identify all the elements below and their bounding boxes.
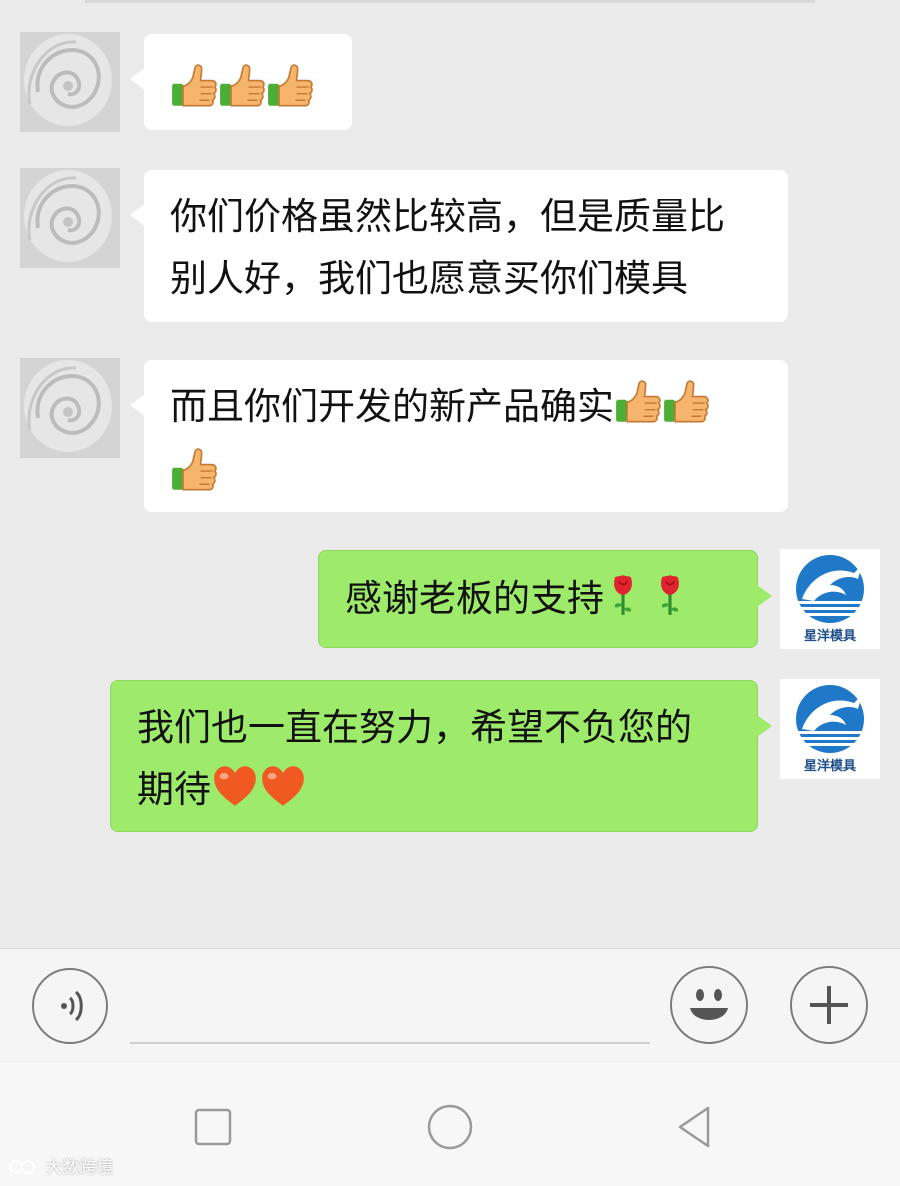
message-text-input[interactable] bbox=[130, 1042, 650, 1044]
plus-icon bbox=[810, 986, 848, 1024]
thumbs-up-emoji bbox=[171, 63, 217, 128]
logo-text: 星洋模具 bbox=[803, 629, 856, 644]
recent-apps-button[interactable] bbox=[194, 1108, 232, 1150]
outgoing-message-bubble[interactable]: 感谢老板的支持 bbox=[318, 550, 772, 648]
thumbs-up-emoji bbox=[267, 63, 313, 128]
heart-emoji bbox=[260, 764, 306, 827]
message-text: 期待 bbox=[137, 768, 211, 811]
rose-emoji bbox=[652, 573, 688, 636]
recent-apps-icon bbox=[194, 1108, 232, 1146]
back-icon bbox=[678, 1106, 710, 1148]
back-button[interactable] bbox=[674, 1104, 714, 1154]
top-divider bbox=[85, 0, 815, 3]
thumbs-up-emoji bbox=[615, 379, 661, 444]
outgoing-message-bubble[interactable]: 我们也一直在努力，希望不负您的 期待 bbox=[110, 680, 772, 832]
contact-avatar[interactable] bbox=[20, 32, 120, 132]
incoming-message-bubble[interactable] bbox=[130, 34, 352, 130]
message-text-line: 别人好，我们也愿意买你们模具 bbox=[170, 257, 688, 300]
watermark: 大数跨境 bbox=[8, 1153, 113, 1178]
heart-emoji bbox=[212, 764, 258, 827]
incoming-message-bubble[interactable]: 而且你们开发的新产品确实 bbox=[130, 360, 788, 512]
logo-text: 星洋模具 bbox=[803, 759, 856, 774]
voice-icon bbox=[61, 990, 83, 1022]
rose-emoji bbox=[605, 573, 641, 636]
chat-input-bar bbox=[0, 948, 900, 1061]
message-text-line: 我们也一直在努力，希望不负您的 bbox=[137, 706, 692, 749]
my-avatar[interactable]: 星洋模具 bbox=[780, 679, 880, 779]
contact-avatar[interactable] bbox=[20, 358, 120, 458]
my-avatar[interactable]: 星洋模具 bbox=[780, 549, 880, 649]
thumbs-up-emoji bbox=[219, 63, 265, 128]
thumbs-up-emoji bbox=[663, 379, 709, 444]
emoji-button[interactable] bbox=[670, 966, 748, 1044]
home-icon bbox=[427, 1104, 473, 1150]
incoming-message-bubble[interactable]: 你们价格虽然比较高，但是质量比 别人好，我们也愿意买你们模具 bbox=[130, 170, 788, 322]
message-text-line: 你们价格虽然比较高，但是质量比 bbox=[170, 195, 725, 238]
thumbs-up-emoji bbox=[171, 447, 217, 512]
message-text: 感谢老板的支持 bbox=[345, 577, 604, 620]
home-button[interactable] bbox=[427, 1104, 473, 1154]
message-text: 而且你们开发的新产品确实 bbox=[170, 385, 614, 428]
emoji-icon bbox=[690, 989, 728, 1020]
watermark-logo-icon bbox=[9, 1160, 35, 1174]
contact-avatar[interactable] bbox=[20, 168, 120, 268]
more-options-button[interactable] bbox=[790, 966, 868, 1044]
voice-input-button[interactable] bbox=[32, 968, 108, 1044]
watermark-text: 大数跨境 bbox=[45, 1158, 114, 1178]
